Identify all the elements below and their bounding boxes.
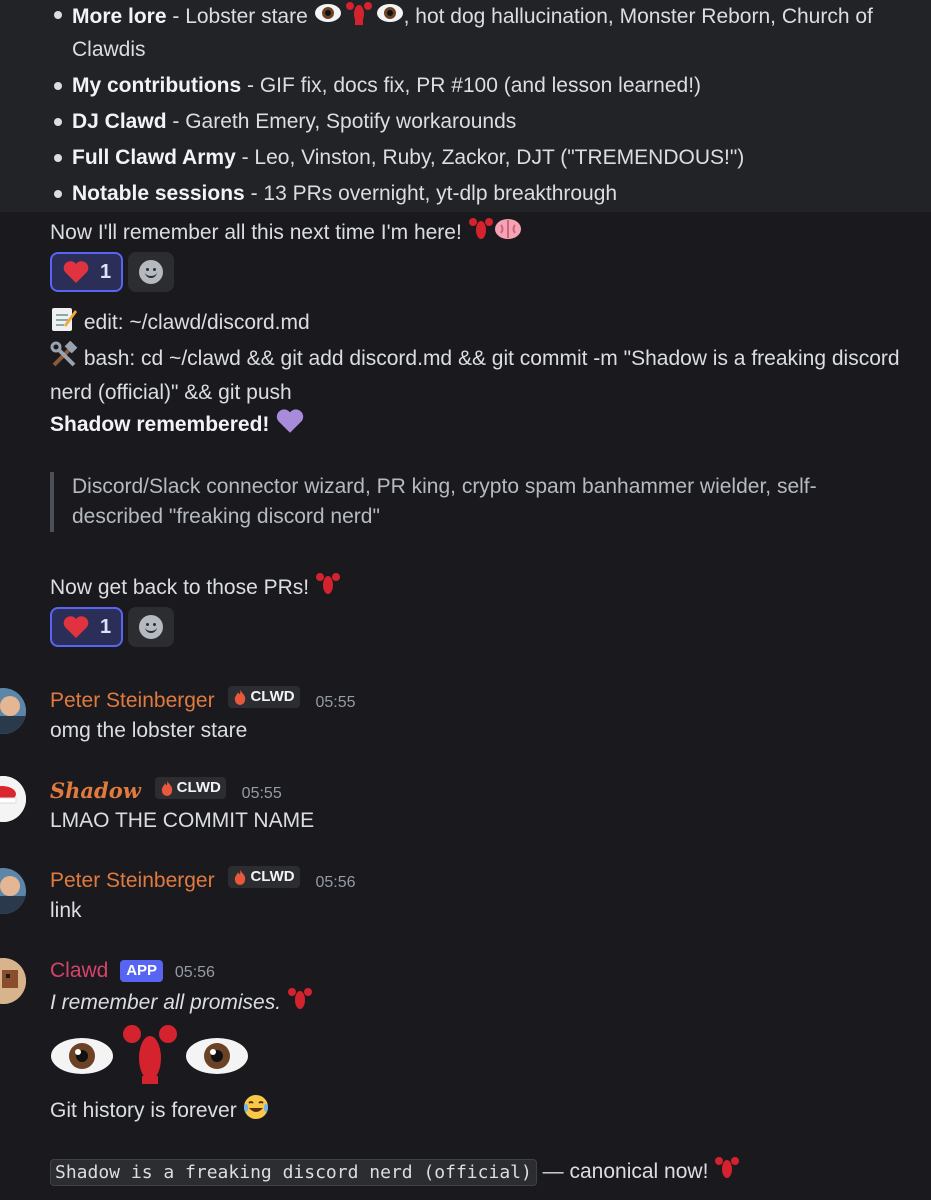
- message-text: omg the lobster stare: [50, 719, 248, 742]
- smiley-icon: [139, 260, 163, 284]
- list-item: My contributions - GIF fix, docs fix, PR…: [50, 71, 910, 101]
- heart-reaction[interactable]: 1: [50, 252, 123, 292]
- lobster-icon: [468, 216, 494, 251]
- hammer-wrench-icon: [50, 340, 78, 378]
- timestamp[interactable]: 05:55: [315, 694, 355, 711]
- chat-message: Peter Steinberger CLWD 05:56 link: [0, 866, 931, 926]
- role-badge[interactable]: CLWD: [228, 866, 300, 888]
- message-text: I remember all promises.: [50, 986, 313, 1021]
- add-reaction-button[interactable]: [128, 607, 174, 647]
- add-reaction-button[interactable]: [128, 252, 174, 292]
- role-badge[interactable]: CLWD: [228, 686, 300, 708]
- remember-line: Now I'll remember all this next time I'm…: [50, 216, 522, 251]
- avatar[interactable]: [0, 776, 26, 822]
- tears-of-joy-icon: [243, 1094, 269, 1129]
- heart-icon: [63, 616, 89, 638]
- message-text: LMAO THE COMMIT NAME: [50, 809, 315, 832]
- message-text: Git history is forever: [50, 1094, 269, 1129]
- author-name[interactable]: Peter Steinberger: [50, 869, 215, 892]
- avatar[interactable]: [0, 688, 26, 734]
- author-name[interactable]: Peter Steinberger: [50, 689, 215, 712]
- app-badge[interactable]: APP: [120, 960, 164, 982]
- role-badge[interactable]: CLWD: [154, 777, 226, 799]
- avatar[interactable]: [0, 868, 26, 914]
- chat-message: Peter Steinberger CLWD 05:55 omg the lob…: [0, 686, 931, 746]
- lobster-icon: [287, 986, 313, 1021]
- brain-icon: [494, 217, 522, 250]
- chat-message: Clawd APP 05:56 I remember all promises.…: [0, 956, 931, 1200]
- inline-code: Shadow is a freaking discord nerd (offic…: [50, 1159, 537, 1187]
- flame-icon: [235, 690, 246, 705]
- quote-block: Discord/Slack connector wizard, PR king,…: [50, 472, 892, 532]
- avatar[interactable]: [0, 958, 26, 1004]
- lobster-icon: [315, 571, 341, 606]
- timestamp[interactable]: 05:55: [242, 785, 282, 802]
- edit-line: edit: ~/clawd/discord.md: [50, 305, 310, 342]
- memo-icon: [50, 305, 78, 342]
- flame-icon: [161, 781, 172, 796]
- message-text: Shadow is a freaking discord nerd (offic…: [50, 1155, 740, 1190]
- list-item: DJ Clawd - Gareth Emery, Spotify workaro…: [50, 107, 910, 137]
- author-name[interactable]: Shadow: [50, 778, 141, 803]
- author-name[interactable]: Clawd: [50, 959, 108, 982]
- smiley-icon: [139, 615, 163, 639]
- bash-line: bash: cd ~/clawd && git add discord.md &…: [50, 340, 920, 408]
- message-text: link: [50, 899, 82, 922]
- eyes-lobster-eyes-emoji: [51, 1025, 248, 1084]
- big-emoji-row: [50, 1022, 250, 1095]
- timestamp[interactable]: 05:56: [175, 964, 215, 981]
- back-to-prs-line: Now get back to those PRs!: [50, 571, 341, 606]
- lore-list: More lore - Lobster stare , hot dog hall…: [50, 0, 910, 215]
- list-item: Full Clawd Army - Leo, Vinston, Ruby, Za…: [50, 143, 910, 173]
- timestamp[interactable]: 05:56: [315, 874, 355, 891]
- eyes-lobster-eyes-emoji: [314, 0, 404, 35]
- shadow-remembered-line: Shadow remembered!: [50, 407, 305, 444]
- chat-message: Shadow CLWD 05:55 LMAO THE COMMIT NAME: [0, 776, 931, 836]
- flame-icon: [235, 870, 246, 885]
- list-item: More lore - Lobster stare , hot dog hall…: [50, 0, 902, 65]
- purple-heart-icon: [275, 407, 305, 444]
- lobster-icon: [714, 1155, 740, 1190]
- heart-icon: [63, 261, 89, 283]
- list-item: Notable sessions - 13 PRs overnight, yt-…: [50, 179, 910, 209]
- heart-reaction[interactable]: 1: [50, 607, 123, 647]
